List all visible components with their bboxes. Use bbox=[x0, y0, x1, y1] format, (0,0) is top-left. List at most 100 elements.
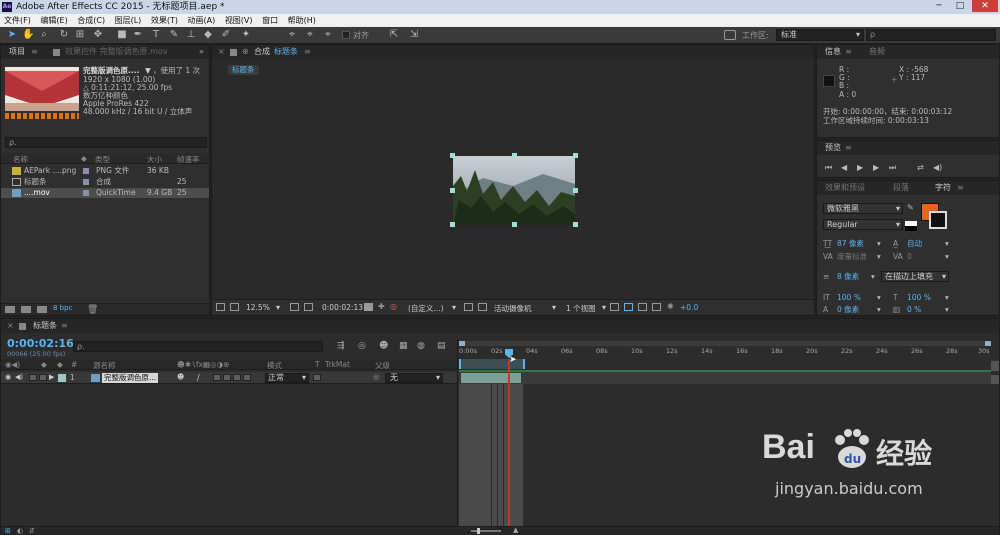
view-axis-icon[interactable]: ⌖ bbox=[322, 29, 334, 41]
clone-stamp-tool-icon[interactable]: ⊥ bbox=[185, 29, 197, 41]
adjustment-switch[interactable] bbox=[243, 374, 251, 381]
comp-flowchart-icon[interactable] bbox=[652, 303, 661, 311]
layer-handle[interactable] bbox=[512, 153, 517, 158]
vertical-scale-value[interactable]: 100 % bbox=[837, 293, 861, 303]
new-folder-icon[interactable] bbox=[21, 306, 31, 313]
list-item[interactable]: 标题条 合成 25 bbox=[1, 177, 209, 187]
layer-name[interactable]: 完整版调色原... bbox=[102, 373, 159, 383]
list-item[interactable]: AEPark ....png PNG 文件 36 KB bbox=[1, 166, 209, 176]
close-tab-icon[interactable]: × bbox=[7, 319, 14, 333]
comp-breadcrumb[interactable]: 标题条 bbox=[228, 65, 259, 75]
zoom-slider[interactable] bbox=[471, 530, 501, 532]
mask-visibility-icon[interactable] bbox=[304, 303, 313, 311]
current-time-indicator[interactable] bbox=[508, 359, 510, 526]
layer-handle[interactable] bbox=[450, 188, 455, 193]
layer-label-color[interactable] bbox=[58, 374, 66, 382]
tab-effect-controls[interactable]: 效果控件 完整版调色原.mov bbox=[65, 45, 168, 59]
audio-toggle-icon[interactable]: ◀) bbox=[15, 373, 23, 381]
previous-frame-icon[interactable]: ◀ bbox=[841, 163, 847, 172]
expand-arrow-icon[interactable]: ▶ bbox=[49, 373, 54, 381]
tab-paragraph[interactable]: 段落 bbox=[893, 181, 909, 195]
stroke-width-value[interactable]: 8 像素 bbox=[837, 272, 859, 282]
show-snapshot-icon[interactable]: ✚ bbox=[378, 302, 385, 311]
snap-checkbox[interactable] bbox=[342, 31, 350, 39]
world-axis-icon[interactable]: ⌖ bbox=[304, 29, 316, 41]
camera-tool-icon[interactable]: ⊞ bbox=[74, 29, 86, 41]
expand-modes-icon[interactable]: ◐ bbox=[17, 527, 23, 535]
exposure-value[interactable]: +0.0 bbox=[680, 303, 698, 312]
next-frame-icon[interactable]: ▶ bbox=[873, 163, 879, 172]
motion-blur-icon[interactable]: ◍ bbox=[417, 341, 425, 351]
kerning-value[interactable]: 度量标准 bbox=[837, 252, 867, 262]
eyedropper-icon[interactable]: ✎ bbox=[907, 203, 914, 212]
reset-exposure-icon[interactable]: ✺ bbox=[667, 302, 674, 311]
toggle-pixel-aspect-icon[interactable] bbox=[610, 303, 619, 311]
loop-icon[interactable]: ⇄ bbox=[917, 163, 924, 172]
menu-layer[interactable]: 图层(L) bbox=[115, 16, 142, 25]
chevron-down-icon[interactable]: ▾ bbox=[945, 239, 949, 249]
stroke-color-swatch[interactable] bbox=[929, 211, 947, 229]
chevron-down-icon[interactable]: ▾ bbox=[276, 303, 280, 312]
menu-window[interactable]: 窗口 bbox=[262, 16, 278, 25]
chevron-down-icon[interactable]: ▾ bbox=[945, 305, 949, 315]
chevron-down-icon[interactable]: ▾ bbox=[877, 305, 881, 315]
tab-character[interactable]: 字符 bbox=[935, 181, 951, 195]
time-ruler[interactable]: 0:00s 02s 04s 06s 08s 10s 12s 14s 16s 18… bbox=[459, 347, 991, 359]
zoom-select[interactable]: 12.5% bbox=[246, 303, 270, 312]
snapshot-icon[interactable] bbox=[364, 303, 373, 311]
col-mode[interactable]: 模式 bbox=[267, 360, 282, 371]
camera-select[interactable]: 活动摄像机 bbox=[494, 303, 532, 314]
frame-blending-icon[interactable]: ▦ bbox=[399, 341, 408, 351]
layer-handle[interactable] bbox=[450, 153, 455, 158]
new-composition-icon[interactable] bbox=[37, 306, 47, 313]
chevron-down-icon[interactable]: ▾ bbox=[452, 303, 456, 312]
comp-timecode[interactable]: 0:00:02:13 bbox=[322, 303, 363, 312]
bit-depth-button[interactable]: 8 bpc bbox=[53, 304, 72, 312]
draft-3d-icon[interactable]: ◎ bbox=[358, 341, 366, 351]
chevron-down-icon[interactable]: ▾ bbox=[877, 239, 881, 249]
tab-menu-icon[interactable]: ≡ bbox=[845, 45, 852, 59]
tab-menu-icon[interactable]: ≡ bbox=[61, 319, 68, 333]
transparency-grid-icon[interactable] bbox=[464, 303, 473, 311]
default-colors-icon[interactable] bbox=[905, 221, 917, 231]
shy-switch-icon[interactable]: ☻ bbox=[177, 373, 184, 381]
maximize-button[interactable]: □ bbox=[951, 0, 969, 12]
help-search-input[interactable]: ρ bbox=[866, 29, 996, 41]
tab-menu-icon[interactable]: ≡ bbox=[304, 45, 311, 59]
menu-animation[interactable]: 动画(A) bbox=[188, 16, 216, 25]
play-icon[interactable]: ▶ bbox=[857, 163, 863, 172]
horizontal-scale-value[interactable]: 100 % bbox=[907, 293, 931, 303]
font-family-select[interactable]: 微软雅黑 ▾ bbox=[823, 203, 903, 214]
timeline-current-time[interactable]: 0:00:02:16 bbox=[7, 337, 74, 350]
list-item[interactable]: ....mov QuickTime 9.4 GB 25 bbox=[1, 188, 209, 198]
chevron-down-icon[interactable]: ▾ bbox=[877, 252, 881, 262]
col-name[interactable]: 名称 bbox=[13, 154, 28, 165]
layer-handle[interactable] bbox=[573, 222, 578, 227]
tab-menu-icon[interactable]: ≡ bbox=[31, 45, 38, 59]
tab-effects-presets[interactable]: 效果和预设 bbox=[825, 181, 865, 195]
tab-composition-label[interactable]: 合成 bbox=[254, 45, 270, 59]
workspace-select[interactable]: 标准 ▾ bbox=[776, 29, 864, 41]
table-row[interactable]: ◉ ◀) ▶ 1 完整版调色原... ☻ ∕ 正常 ▾ ◎ 无 ▾ bbox=[1, 372, 457, 384]
blend-mode-select[interactable]: 正常 ▾ bbox=[265, 373, 309, 383]
menu-edit[interactable]: 编辑(E) bbox=[40, 16, 67, 25]
graph-editor-icon[interactable]: ▤ bbox=[437, 341, 446, 351]
zoom-tool-icon[interactable]: ⌕ bbox=[38, 29, 50, 41]
timeline-icon[interactable] bbox=[638, 303, 647, 311]
interpret-footage-icon[interactable] bbox=[5, 306, 15, 313]
menu-composition[interactable]: 合成(C) bbox=[77, 16, 105, 25]
pickwhip-icon[interactable]: ◎ bbox=[373, 373, 379, 381]
tab-menu-icon[interactable]: ≡ bbox=[957, 181, 964, 195]
font-size-value[interactable]: 87 像素 bbox=[837, 239, 864, 249]
minimize-button[interactable]: ─ bbox=[930, 0, 948, 12]
effect-switch[interactable] bbox=[213, 374, 221, 381]
layer-duration-bar[interactable] bbox=[461, 373, 521, 383]
chevron-down-icon[interactable]: ▾ bbox=[877, 293, 881, 303]
tab-menu-icon[interactable]: ≡ bbox=[845, 141, 852, 155]
zoom-in-icon[interactable]: ▲ bbox=[513, 526, 518, 534]
snap-icon[interactable]: ⇱ bbox=[388, 29, 400, 41]
tsume-value[interactable]: 0 % bbox=[907, 305, 921, 315]
shy-icon[interactable]: ☻ bbox=[379, 341, 388, 351]
navigator-start-handle[interactable] bbox=[459, 341, 465, 346]
hand-tool-icon[interactable]: ✋ bbox=[22, 29, 34, 41]
